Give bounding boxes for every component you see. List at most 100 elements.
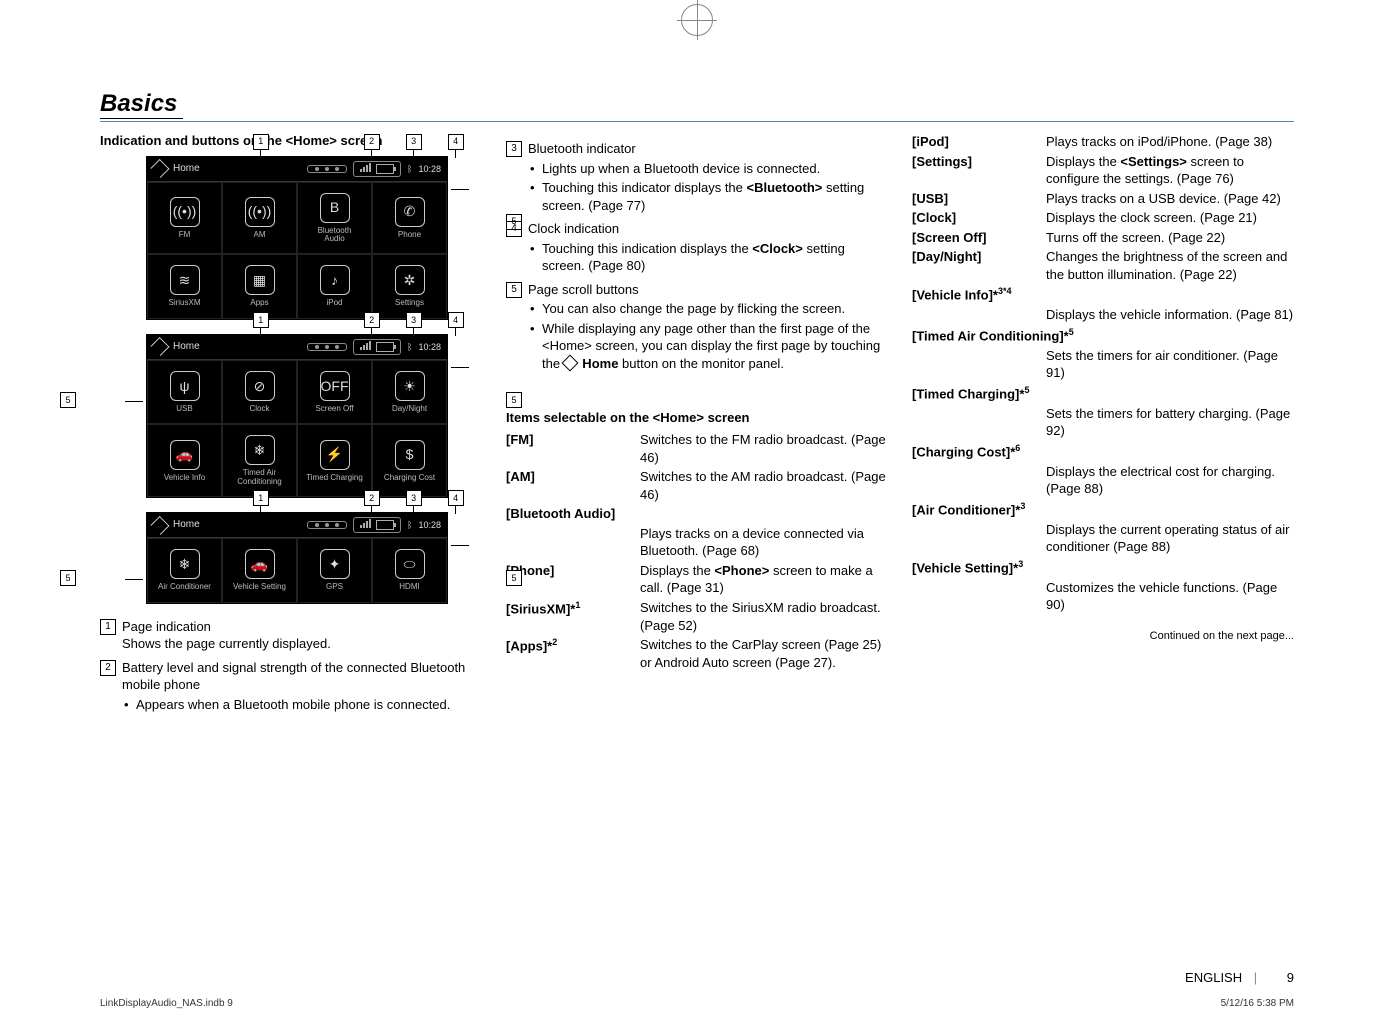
app-label: Phone: [398, 231, 421, 239]
def-value: Sets the timers for air conditioner. (Pa…: [1046, 346, 1294, 383]
home-icon: [150, 337, 169, 356]
app-label: AM: [254, 231, 266, 239]
callout-5: 5: [60, 392, 76, 408]
home-icon-cell[interactable]: ☀Day/Night: [372, 360, 447, 424]
callout-2: 2: [364, 312, 380, 328]
callout-5: 5: [506, 570, 522, 586]
home-icon-cell[interactable]: ✦GPS: [297, 538, 372, 602]
app-label: Clock: [249, 405, 269, 413]
def-key: [USB]: [912, 189, 1046, 209]
callout-1: 1: [253, 312, 269, 328]
def-value: Plays tracks on a USB device. (Page 42): [1046, 189, 1294, 209]
list-title: Page indication: [122, 619, 211, 634]
home-icon-cell[interactable]: ψUSB: [147, 360, 222, 424]
app-label: Vehicle Setting: [233, 583, 286, 591]
home-icon-cell[interactable]: ▦ Apps: [222, 254, 297, 318]
bullet-item: Lights up when a Bluetooth device is con…: [542, 160, 888, 178]
def-key: [Screen Off]: [912, 228, 1046, 248]
column-2: 3Bluetooth indicatorLights up when a Blu…: [506, 132, 888, 719]
home-icon-cell[interactable]: OFF Screen Off: [297, 360, 372, 424]
home-icon-cell[interactable]: ⚡ Timed Charging: [297, 424, 372, 497]
home-icon-cell[interactable]: ≋SiriusXM: [147, 254, 222, 318]
list-title: Clock indication: [528, 221, 619, 236]
app-label: Timed Charging: [306, 474, 363, 482]
home-label: Home: [173, 518, 200, 532]
home-icon-cell[interactable]: 🚗Vehicle Setting: [222, 538, 297, 602]
def-key: [iPod]: [912, 132, 1046, 152]
app-label: BluetoothAudio: [318, 227, 352, 244]
app-label: Charging Cost: [384, 474, 435, 482]
home-icon: [150, 159, 169, 178]
home-icon: [561, 355, 578, 372]
bullet-item: Touching this indicator displays the <Bl…: [542, 179, 888, 214]
screenshot-1: 1234Homeᛒ10:28((•))FM((•))AMBBluetoothAu…: [100, 156, 482, 320]
app-icon: $: [395, 440, 425, 470]
home-icon-cell[interactable]: ✲ Settings: [372, 254, 447, 318]
page-indicator: [307, 343, 347, 351]
def-value: Turns off the screen. (Page 22): [1046, 228, 1294, 248]
home-icon-cell[interactable]: ⬭HDMI: [372, 538, 447, 602]
app-icon: OFF: [320, 371, 350, 401]
print-footer: LinkDisplayAudio_NAS.indb 9 5/12/16 5:38…: [100, 998, 1294, 1009]
section-title: Basics: [100, 90, 183, 119]
app-icon: ≋: [170, 265, 200, 295]
callout-4: 4: [448, 134, 464, 150]
section-rule: [100, 121, 1294, 122]
def-value: Displays the electrical cost for chargin…: [1046, 462, 1294, 499]
list-number-box: 5: [506, 282, 522, 298]
def-value: Sets the timers for battery charging. (P…: [1046, 404, 1294, 441]
def-value: Displays the current operating status of…: [1046, 520, 1294, 557]
home-icon-cell[interactable]: ✆ Phone: [372, 182, 447, 255]
home-icon-cell[interactable]: BBluetoothAudio: [297, 182, 372, 255]
app-icon: ✆: [395, 197, 425, 227]
def-key: [Settings]: [912, 152, 1046, 189]
def-value: Displays the clock screen. (Page 21): [1046, 208, 1294, 228]
col2-list: 3Bluetooth indicatorLights up when a Blu…: [506, 140, 888, 373]
column-1: Indication and buttons on the <Home> scr…: [100, 132, 482, 719]
def-key: [Day/Night]: [912, 247, 1046, 284]
app-label: Apps: [250, 299, 268, 307]
bluetooth-icon: ᛒ: [407, 341, 412, 353]
continued-note: Continued on the next page...: [912, 629, 1294, 644]
home-icon-cell[interactable]: ♪iPod: [297, 254, 372, 318]
list-body: Shows the page currently displayed.: [122, 635, 482, 653]
bluetooth-icon: ᛒ: [407, 519, 412, 531]
app-label: Settings: [395, 299, 424, 307]
app-label: Screen Off: [315, 405, 353, 413]
page-number: 9: [1287, 970, 1294, 985]
home-icon-cell[interactable]: $ Charging Cost: [372, 424, 447, 497]
app-icon: ⬭: [395, 549, 425, 579]
app-icon: ✲: [395, 265, 425, 295]
def-key: [Timed Charging]*5: [912, 383, 1294, 404]
callout-3: 3: [406, 490, 422, 506]
screenshot-2: 12345Homeᛒ10:28ψUSB⊘ClockOFFScreen Off☀D…: [100, 334, 482, 498]
list-item: 4Clock indicationTouching this indicatio…: [506, 220, 888, 275]
clock-text: 10:28: [418, 163, 441, 175]
home-icon-cell[interactable]: ⊘Clock: [222, 360, 297, 424]
home-icon-cell[interactable]: ((•))AM: [222, 182, 297, 255]
def-value: Switches to the AM radio broadcast. (Pag…: [640, 467, 888, 504]
def-key: [AM]: [506, 467, 640, 504]
app-icon: ⚡: [320, 440, 350, 470]
col2-items: [FM]Switches to the FM radio broadcast. …: [506, 430, 888, 672]
footer-right: 5/12/16 5:38 PM: [1221, 998, 1294, 1009]
bullet-item: You can also change the page by flicking…: [542, 300, 888, 318]
col1-list: 1Page indicationShows the page currently…: [100, 618, 482, 714]
items-heading: Items selectable on the <Home> screen: [506, 409, 888, 427]
col1-heading: Indication and buttons on the <Home> scr…: [100, 132, 482, 150]
callout-2: 2: [364, 490, 380, 506]
def-key: [Vehicle Info]*3*4: [912, 284, 1294, 305]
def-value: Changes the brightness of the screen and…: [1046, 247, 1294, 284]
app-icon: ▦: [245, 265, 275, 295]
list-number-box: 4: [506, 221, 522, 237]
def-key: [FM]: [506, 430, 640, 467]
home-icon-cell[interactable]: ❄Air Conditioner: [147, 538, 222, 602]
app-icon: ((•)): [170, 197, 200, 227]
def-value: Switches to the SiriusXM radio broadcast…: [640, 598, 888, 635]
lang-label: ENGLISH: [1185, 970, 1242, 985]
def-key: [Bluetooth Audio]: [506, 504, 888, 524]
home-icon-cell[interactable]: ((•))FM: [147, 182, 222, 255]
home-icon-cell[interactable]: ❄Timed AirConditioning: [222, 424, 297, 497]
columns: Indication and buttons on the <Home> scr…: [100, 132, 1294, 719]
home-icon-cell[interactable]: 🚗Vehicle Info: [147, 424, 222, 497]
